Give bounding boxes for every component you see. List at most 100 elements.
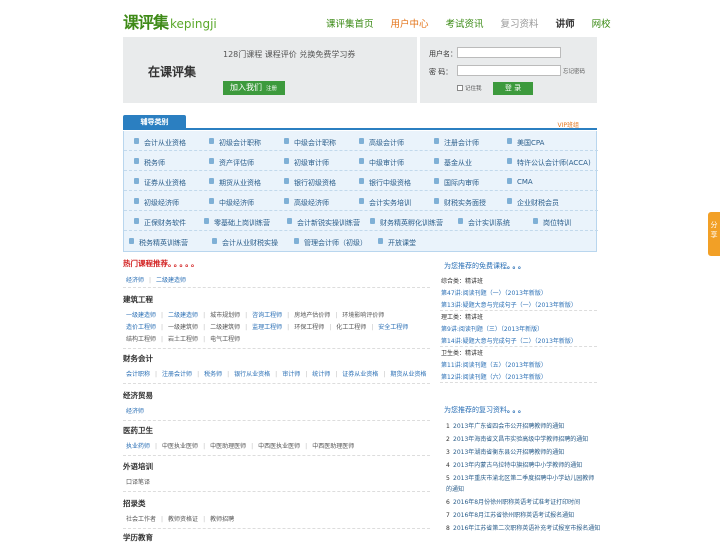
review-item[interactable]: 8 2016年江苏省第二次职称英语补充考试报室市报名通知	[446, 523, 600, 532]
course-link[interactable]: 会计职称	[126, 371, 150, 378]
category-link[interactable]: 岗位特训	[533, 218, 571, 228]
vip-link[interactable]: VIP班组	[558, 120, 580, 129]
course-link[interactable]: 证券从业资格	[342, 371, 378, 378]
category-link[interactable]: 基金从业	[434, 158, 472, 168]
course-link[interactable]: 统计师	[312, 371, 330, 378]
course-link[interactable]: 造价工程师	[126, 324, 156, 331]
category-link[interactable]: 银行初级资格	[284, 178, 336, 188]
category-link[interactable]: 中级会计职称	[284, 138, 336, 148]
nav-home[interactable]: 课评集首页	[326, 16, 374, 30]
course-link[interactable]: 城市规划师	[210, 312, 240, 319]
forgot-password-link[interactable]: 忘记密码	[563, 67, 585, 75]
category-link[interactable]: 国际内审师	[434, 178, 479, 188]
review-item[interactable]: 5 2013年重庆市渝北区第二季度招聘中小学幼儿园教师的通知	[446, 473, 596, 495]
free-course-link[interactable]: 第14讲:疑题大意与完成句子（二）（2013年新版）	[441, 336, 577, 345]
category-link[interactable]: 美国CPA	[506, 138, 544, 148]
category-link[interactable]: 特许公认会计师(ACCA)	[507, 158, 591, 168]
course-link[interactable]: 教师资格证	[168, 516, 198, 523]
course-link[interactable]: 教师招聘	[210, 516, 234, 523]
username-input[interactable]	[457, 47, 561, 58]
free-course-link[interactable]: 第13讲:疑题大意与完成句子（一）（2013年新版）	[441, 300, 577, 309]
course-link[interactable]: 二级建造师	[168, 312, 198, 319]
course-link[interactable]: 社会工作者	[126, 516, 156, 523]
free-course-link[interactable]: 第47讲:阅读刊题（一）（2013年新版）	[441, 288, 547, 297]
category-link[interactable]: 中级审计师	[359, 158, 404, 168]
review-item[interactable]: 1 2013年广东省四会市公开招聘教师的通知	[446, 421, 564, 430]
course-link[interactable]: 岩土工程师	[168, 336, 198, 343]
course-link[interactable]: 安全工程师	[378, 324, 408, 331]
review-item[interactable]: 6 2016年8月份徐州职称英语考试准考证打印时间	[446, 497, 580, 506]
nav-review-materials[interactable]: 复习资料	[501, 16, 539, 30]
course-link[interactable]: 环保工程师	[294, 324, 324, 331]
category-link[interactable]: 中级经济师	[209, 198, 254, 208]
course-link[interactable]: 电气工程师	[210, 336, 240, 343]
course-link[interactable]: 房地产估价师	[294, 312, 330, 319]
category-link[interactable]: 开放课堂	[378, 238, 416, 248]
course-link[interactable]: 监理工程师	[252, 324, 282, 331]
category-link[interactable]: 税务师	[134, 158, 165, 168]
nav-user-center[interactable]: 用户中心	[391, 16, 429, 30]
course-link[interactable]: 环境影响评价师	[342, 312, 384, 319]
nav-exam-news[interactable]: 考试资讯	[446, 16, 484, 30]
course-link[interactable]: 一级建造师	[126, 312, 156, 319]
review-item[interactable]: 4 2013年内蒙古乌拉特中旗招聘中小学教师的通知	[446, 460, 582, 469]
remember-me-checkbox[interactable]: 记住我	[457, 84, 482, 92]
category-link[interactable]: 银行中级资格	[359, 178, 411, 188]
category-link[interactable]: 会计从业财税实操	[212, 238, 278, 248]
course-link[interactable]: 咨询工程师	[252, 312, 282, 319]
course-link[interactable]: 中西医执业医师	[258, 443, 300, 450]
course-link[interactable]: 口译笔译	[126, 479, 150, 486]
nav-online-school[interactable]: 网校	[592, 16, 611, 30]
review-item[interactable]: 2 2013年海南省文昌市实验高级中学教师招聘的通知	[446, 434, 588, 443]
course-link[interactable]: 二级建筑师	[210, 324, 240, 331]
course-link[interactable]: 一级建筑师	[168, 324, 198, 331]
share-button[interactable]: 分享	[708, 212, 720, 256]
category-link[interactable]: 财务精英孵化训练营	[370, 218, 443, 228]
category-link[interactable]: 初级会计职称	[209, 138, 261, 148]
course-link[interactable]: 审计师	[282, 371, 300, 378]
category-link[interactable]: 企业财税会员	[507, 198, 559, 208]
category-link[interactable]: 高级经济师	[284, 198, 329, 208]
category-link[interactable]: 会计实训系统	[458, 218, 510, 228]
tab-tutoring-categories[interactable]: 辅导类别	[123, 115, 186, 130]
category-link[interactable]: 零基础上岗训练营	[204, 218, 270, 228]
course-link[interactable]: 银行从业资格	[234, 371, 270, 378]
free-course-link[interactable]: 第11讲:阅读刊题（五）（2013年新版）	[441, 360, 547, 369]
password-input[interactable]	[457, 65, 561, 76]
category-link[interactable]: 会计新锐实操训练营	[287, 218, 360, 228]
review-item[interactable]: 7 2016年8月江苏省徐州职称英语考试报名通知	[446, 510, 574, 519]
hot-link[interactable]: 二级建造师	[156, 277, 186, 284]
course-link[interactable]: 经济师	[126, 408, 144, 415]
course-link[interactable]: 执业药师	[126, 443, 150, 450]
category-link[interactable]: 财税实务面授	[434, 198, 486, 208]
join-button[interactable]: 加入我们 注册	[223, 81, 285, 95]
category-link[interactable]: 高级会计师	[359, 138, 404, 148]
category-link[interactable]: 管理会计师（初级）	[294, 238, 367, 248]
category-link[interactable]: 初级审计师	[284, 158, 329, 168]
nav-lecturer[interactable]: 讲师	[556, 16, 575, 30]
course-link[interactable]: 期货从业资格	[390, 371, 426, 378]
category-link[interactable]: 会计从业资格	[134, 138, 186, 148]
category-link[interactable]: 注册会计师	[434, 138, 479, 148]
category-link[interactable]: 初级经济师	[134, 198, 179, 208]
course-link[interactable]: 中医执业医师	[162, 443, 198, 450]
login-button[interactable]: 登 录	[493, 82, 533, 95]
category-link[interactable]: 资产评估师	[209, 158, 254, 168]
category-link[interactable]: 期货从业资格	[209, 178, 261, 188]
logo[interactable]: 课评集 kepingji	[123, 9, 217, 33]
category-link[interactable]: 税务精英训练营	[129, 238, 188, 248]
category-link[interactable]: 会计实务培训	[359, 198, 411, 208]
course-link[interactable]: 注册会计师	[162, 371, 192, 378]
category-link[interactable]: 证券从业资格	[134, 178, 186, 188]
course-link[interactable]: 结构工程师	[126, 336, 156, 343]
course-link[interactable]: 化工工程师	[336, 324, 366, 331]
category-link[interactable]: 正保财务软件	[134, 218, 186, 228]
course-link[interactable]: 中医助理医师	[210, 443, 246, 450]
category-link[interactable]: CMA	[507, 178, 533, 186]
course-link[interactable]: 中西医助理医师	[312, 443, 354, 450]
free-course-link[interactable]: 第12讲:阅读刊题（六）（2013年新版）	[441, 372, 547, 381]
course-link[interactable]: 税务师	[204, 371, 222, 378]
hot-link[interactable]: 经济师	[126, 277, 144, 284]
review-item[interactable]: 3 2013年湖南省衡东县公开招聘教师的通知	[446, 447, 564, 456]
free-course-link[interactable]: 第9讲:阅读刊题（三）（2013年新版）	[441, 324, 543, 333]
